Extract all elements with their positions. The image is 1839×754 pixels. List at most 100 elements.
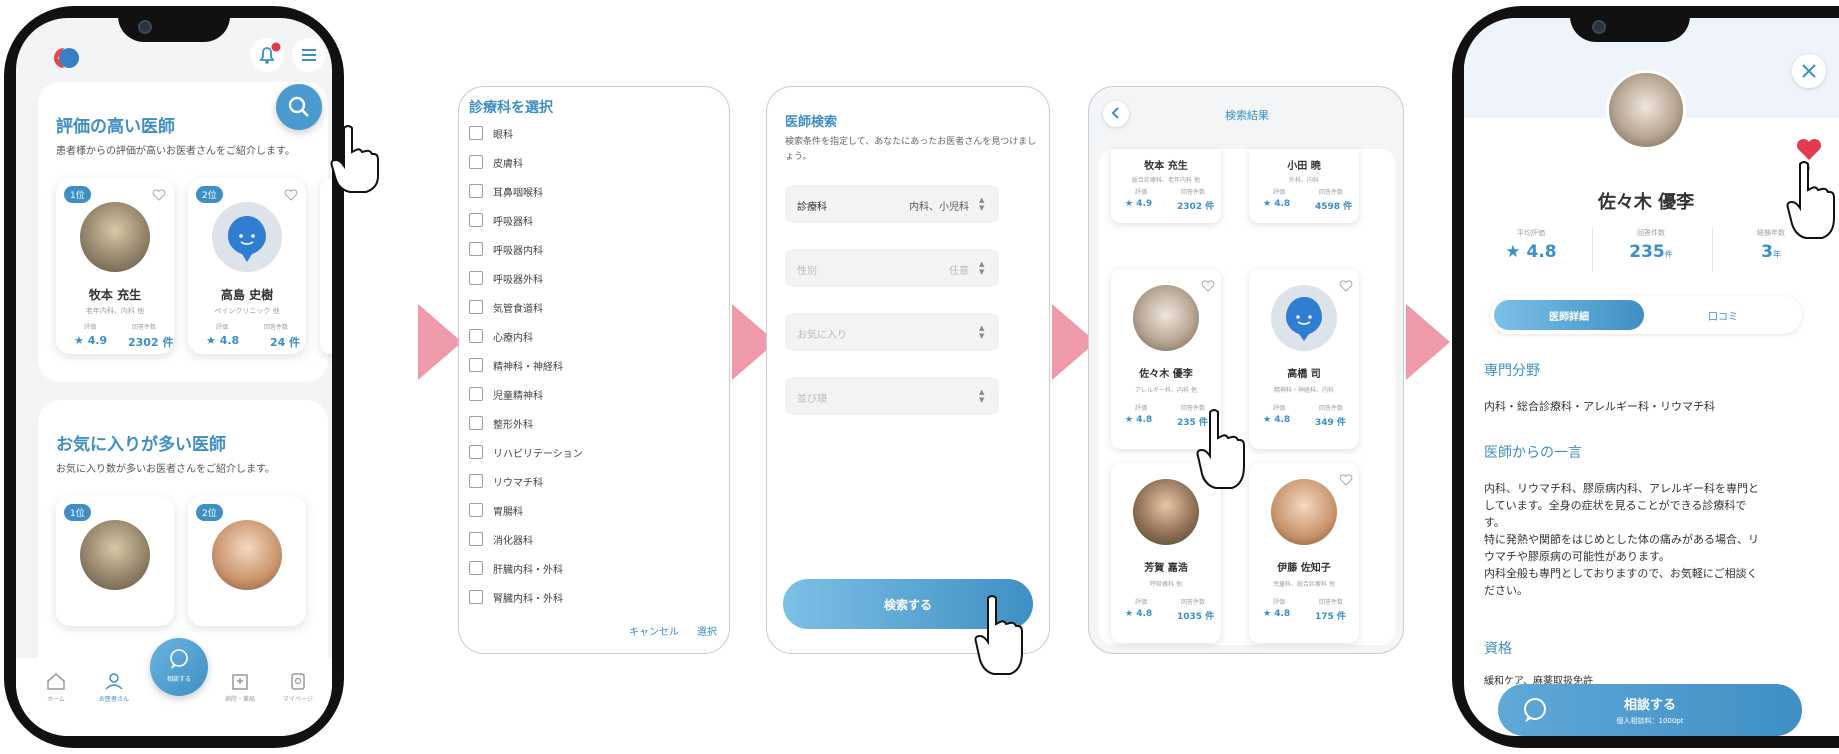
search-results-screen: 検索結果 牧本 充生 総合診療科、老年内科 他評価 回答件数 ★ 4.9 2302 件小… <box>1088 86 1404 654</box>
specialty-option[interactable]: 心療内科 <box>469 326 533 346</box>
stepper-arrows-icon[interactable]: ▲ ▼ <box>979 388 987 404</box>
specialty-option[interactable]: 呼吸器科 <box>469 210 533 230</box>
favorites-title: お気に入りが多い医師 <box>56 435 226 455</box>
specialty-option[interactable]: 呼吸器内科 <box>469 239 543 259</box>
doctor-name: 芳賀 嘉浩 <box>1144 563 1188 574</box>
stepper-arrows-icon[interactable]: ▲ ▼ <box>979 196 987 212</box>
checkbox[interactable] <box>469 329 483 343</box>
doctor-card[interactable]: 牧本 充生 総合診療科、老年内科 他評価 回答件数 ★ 4.9 2302 件 <box>1111 149 1221 223</box>
checkbox[interactable] <box>469 271 483 285</box>
heart-outline-icon[interactable] <box>1339 471 1353 490</box>
checkbox[interactable] <box>469 242 483 256</box>
count-label: 回答件数 <box>1181 599 1206 606</box>
sort-order-field[interactable]: 並び順 ▲ ▼ <box>785 377 999 415</box>
doctor-name: 佐々木 優李 <box>1139 369 1193 380</box>
heart-outline-icon[interactable] <box>1339 277 1353 296</box>
checkbox[interactable] <box>469 213 483 227</box>
phone-frame-home: 評価の高い医師 患者様からの評価が高いお医者さんをご紹介します。 1位 牧本 充… <box>4 6 344 748</box>
doctor-card[interactable]: 高橋 司精神科・神経科、内科 評価 回答件数 ★ 4.8 349 件 <box>1249 269 1359 449</box>
specialty-option[interactable]: 気管食道科 <box>469 297 543 317</box>
doctor-card[interactable]: 1位 <box>56 496 174 626</box>
cancel-button[interactable]: キャンセル <box>629 623 679 638</box>
stepper-arrows-icon[interactable]: ▲ ▼ <box>979 324 987 340</box>
specialty-option[interactable]: 消化器科 <box>469 529 533 549</box>
favorites-field[interactable]: お気に入り ▲ ▼ <box>785 313 999 351</box>
tab-label: 医師詳細 <box>1549 312 1589 323</box>
consult-fee: 個人相談料：1000pt <box>1616 717 1684 725</box>
checkbox[interactable] <box>469 503 483 517</box>
specialty-option-label: 皮膚科 <box>493 158 523 170</box>
checkbox[interactable] <box>469 300 483 314</box>
checkbox[interactable] <box>469 474 483 488</box>
checkbox[interactable] <box>469 184 483 198</box>
doctor-card[interactable]: 伊藤 佐知子 児童科、総合診療科 他評価 回答件数 ★ 4.8 175 件 <box>1249 463 1359 643</box>
doctor-card-partial[interactable] <box>320 178 332 354</box>
rating-label: 評価 <box>216 324 229 331</box>
checkbox[interactable] <box>469 126 483 140</box>
phone-notch <box>1570 12 1690 42</box>
specialty-option-label: 呼吸器外科 <box>493 274 543 286</box>
specialty-option[interactable]: リウマチ科 <box>469 471 543 491</box>
specialty-option-label: 胃腸科 <box>493 506 523 518</box>
stat-value: 3 <box>1761 242 1773 262</box>
specialty-option[interactable]: 胃腸科 <box>469 500 523 520</box>
search-fab[interactable] <box>276 84 322 130</box>
close-icon[interactable] <box>1792 54 1826 88</box>
gender-field[interactable]: 性別 任意 ▲ ▼ <box>785 249 999 287</box>
specialty-option-label: 気管食道科 <box>493 303 543 315</box>
tab-reviews[interactable]: 口コミ <box>1648 300 1798 330</box>
specialty-field[interactable]: 診療科 内科、小児科 ▲ ▼ <box>785 185 999 223</box>
rank-badge: 2位 <box>196 186 223 203</box>
heart-outline-icon[interactable] <box>284 186 298 205</box>
specialty-option[interactable]: 腎臓内科・外科 <box>469 587 563 607</box>
checkbox[interactable] <box>469 561 483 575</box>
specialty-option[interactable]: 児童精神科 <box>469 384 543 404</box>
checkbox[interactable] <box>469 416 483 430</box>
chat-bubble-icon <box>170 649 188 669</box>
checkbox[interactable] <box>469 387 483 401</box>
tab-doctor-details[interactable]: 医師詳細 <box>1494 300 1644 330</box>
message-line: 内科、リウマチ科、膠原病内科、アレルギー科を専門と <box>1484 482 1759 495</box>
consult-fab-label: 相談する <box>166 676 191 683</box>
nav-home[interactable]: ホーム <box>36 672 76 703</box>
nav-doctor[interactable]: お医者さん <box>90 672 138 703</box>
checkbox[interactable] <box>469 445 483 459</box>
select-button[interactable]: 選択 <box>697 623 717 638</box>
consult-button[interactable]: 相談する 個人相談料：1000pt <box>1498 684 1802 736</box>
heart-outline-icon[interactable] <box>1201 277 1215 296</box>
home-screen: 評価の高い医師 患者様からの評価が高いお医者さんをご紹介します。 1位 牧本 充… <box>16 18 332 736</box>
search-button-label: 検索する <box>883 598 932 612</box>
specialty-option[interactable]: 精神科・神経科 <box>469 355 563 375</box>
specialty-option-label: 整形外科 <box>493 419 533 431</box>
doctor-avatar <box>1133 479 1199 545</box>
specialty-option-label: 腎臓内科・外科 <box>493 593 563 605</box>
specialty-option[interactable]: 整形外科 <box>469 413 533 433</box>
consult-fab[interactable]: 相談する <box>150 638 208 696</box>
nav-hospital[interactable]: 病院・薬局 <box>216 672 264 703</box>
specialty-option[interactable]: 耳鼻咽喉科 <box>469 181 543 201</box>
specialty-option[interactable]: リハビリテーション <box>469 442 583 462</box>
doctor-card[interactable]: 小田 暁外科、内科 評価 回答件数 ★ 4.8 4598 件 <box>1249 149 1359 223</box>
checkbox[interactable] <box>469 155 483 169</box>
checkbox[interactable] <box>469 358 483 372</box>
specialty-option[interactable]: 呼吸器外科 <box>469 268 543 288</box>
hamburger-menu-icon[interactable] <box>292 38 326 72</box>
doctor-card[interactable]: 2位 <box>188 496 306 626</box>
doctor-specialty: ペインクリニック 他 <box>214 307 280 315</box>
specialty-option[interactable]: 皮膚科 <box>469 152 523 172</box>
stepper-arrows-icon[interactable]: ▲ ▼ <box>979 260 987 276</box>
doctor-card[interactable]: 1位 牧本 充生 老年内科、内科 他 評価 回答件数 ★ 4.9 2302 件 <box>56 178 174 354</box>
notification-bell-icon[interactable] <box>250 38 284 72</box>
answer-count: 349 件 <box>1315 418 1346 428</box>
specialty-option[interactable]: 肝臓内科・外科 <box>469 558 563 578</box>
checkbox[interactable] <box>469 532 483 546</box>
heart-outline-icon[interactable] <box>152 186 166 205</box>
checkbox[interactable] <box>469 590 483 604</box>
message-text: 内科、リウマチ科、膠原病内科、アレルギー科を専門と しています。全身の症状を見る… <box>1484 480 1814 599</box>
doctor-rating: ★ 4.9 <box>74 334 108 347</box>
specialty-option[interactable]: 眼科 <box>469 123 513 143</box>
doctor-specialty: アレルギー科、内科 他 <box>1135 387 1197 394</box>
doctor-card[interactable]: 2位 高島 史樹 ペインクリニック 他 評価 回答件数 ★ 4.8 24 件 <box>188 178 306 354</box>
doctor-avatar <box>212 520 282 590</box>
nav-mypage[interactable]: マイページ <box>274 672 322 703</box>
